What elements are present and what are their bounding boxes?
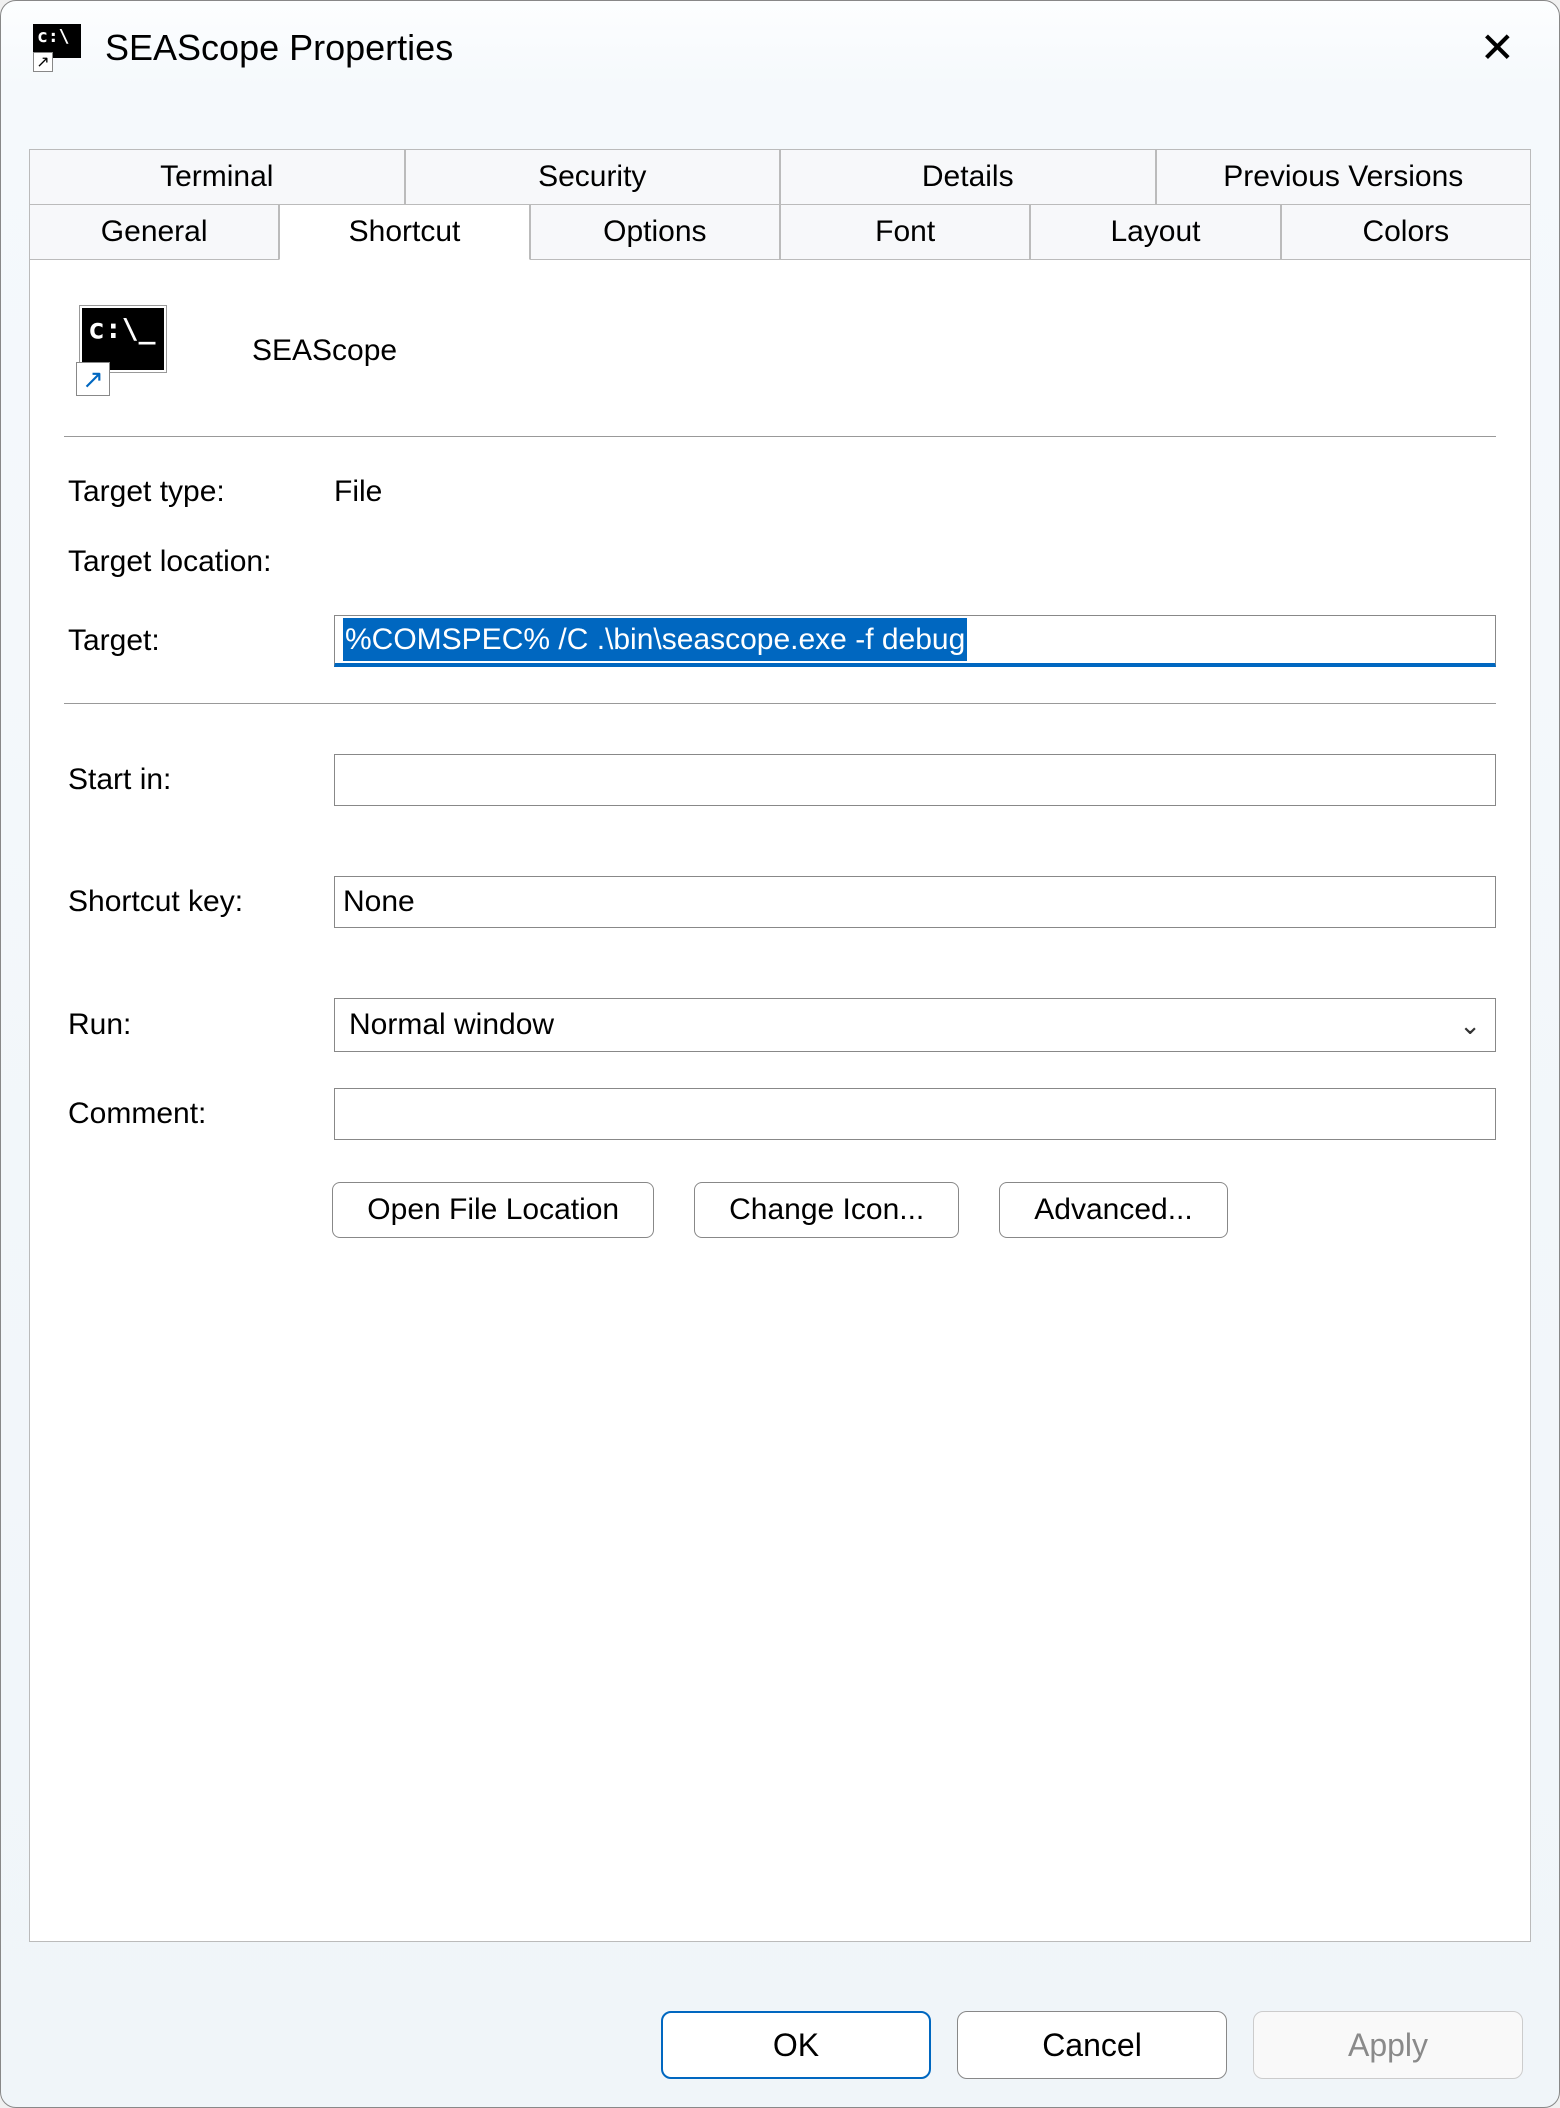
label-target-type: Target type: — [64, 475, 334, 509]
window-icon: c:\ ↗ — [33, 24, 81, 72]
target-input[interactable]: %COMSPEC% /C .\bin\seascope.exe -f debug — [334, 615, 1496, 667]
run-dropdown[interactable]: Normal window ⌄ — [334, 998, 1496, 1052]
shortcut-arrow-icon: ↗ — [76, 362, 110, 396]
comment-input[interactable] — [334, 1088, 1496, 1140]
tab-previous-versions[interactable]: Previous Versions — [1156, 149, 1532, 204]
tab-options[interactable]: Options — [530, 204, 780, 260]
change-icon-button[interactable]: Change Icon... — [694, 1182, 959, 1238]
close-icon[interactable]: ✕ — [1466, 27, 1529, 69]
tab-colors[interactable]: Colors — [1281, 204, 1531, 260]
run-dropdown-value: Normal window — [349, 1008, 554, 1042]
tab-strip: Terminal Security Details Previous Versi… — [1, 149, 1559, 260]
label-comment: Comment: — [64, 1097, 334, 1131]
tab-terminal[interactable]: Terminal — [29, 149, 405, 204]
label-target-location: Target location: — [64, 545, 404, 579]
properties-dialog: c:\ ↗ SEAScope Properties ✕ Terminal Sec… — [0, 0, 1560, 2108]
shortcut-key-value: None — [343, 885, 415, 919]
titlebar: c:\ ↗ SEAScope Properties ✕ — [1, 1, 1559, 101]
section-divider-2 — [64, 703, 1496, 704]
tab-layout[interactable]: Layout — [1030, 204, 1280, 260]
tab-general[interactable]: General — [29, 204, 279, 260]
apply-button: Apply — [1253, 2011, 1523, 2079]
value-target-type: File — [334, 475, 382, 509]
label-shortcut-key: Shortcut key: — [64, 885, 334, 919]
ok-button[interactable]: OK — [661, 2011, 931, 2079]
shortcut-button-row: Open File Location Change Icon... Advanc… — [64, 1182, 1496, 1238]
cancel-button[interactable]: Cancel — [957, 2011, 1227, 2079]
shortcut-panel: c:\_ ↗ SEAScope Target type: File Target… — [29, 260, 1531, 1942]
shortcut-key-input[interactable]: None — [334, 876, 1496, 928]
shortcut-overlay-icon: ↗ — [33, 52, 53, 72]
window-title: SEAScope Properties — [105, 27, 453, 69]
titlebar-left: c:\ ↗ SEAScope Properties — [33, 24, 453, 72]
start-in-input[interactable] — [334, 754, 1496, 806]
dialog-footer: OK Cancel Apply — [661, 2011, 1523, 2079]
tab-security[interactable]: Security — [405, 149, 781, 204]
advanced-button[interactable]: Advanced... — [999, 1182, 1227, 1238]
shortcut-header: c:\_ ↗ SEAScope — [64, 306, 1496, 396]
label-target: Target: — [64, 624, 334, 658]
tab-font[interactable]: Font — [780, 204, 1030, 260]
shortcut-name: SEAScope — [252, 334, 397, 368]
open-file-location-button[interactable]: Open File Location — [332, 1182, 654, 1238]
chevron-down-icon: ⌄ — [1459, 1010, 1481, 1041]
tab-details[interactable]: Details — [780, 149, 1156, 204]
tab-shortcut[interactable]: Shortcut — [279, 204, 529, 260]
target-input-value: %COMSPEC% /C .\bin\seascope.exe -f debug — [343, 618, 967, 661]
shortcut-icon: c:\_ ↗ — [76, 306, 166, 396]
label-run: Run: — [64, 1008, 334, 1042]
label-start-in: Start in: — [64, 763, 334, 797]
section-divider — [64, 436, 1496, 437]
